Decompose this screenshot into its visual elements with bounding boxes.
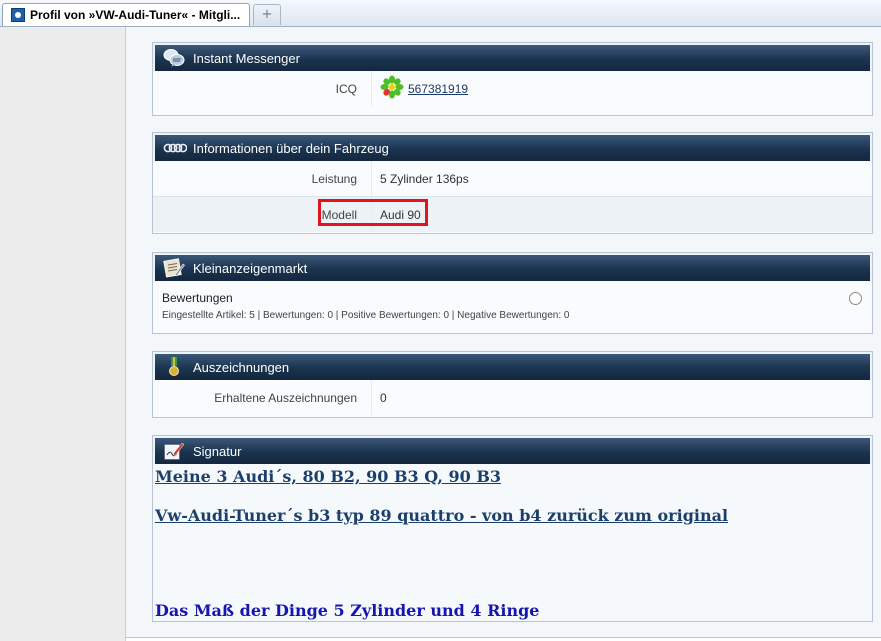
browser-tab-strip: Profil von »VW-Audi-Tuner« - Mitgli... + [0,0,881,27]
vehicle-info-header: Informationen über dein Fahrzeug [153,133,872,161]
signature-motto: Das Maß der Dinge 5 Zylinder und 4 Ringe [155,601,540,620]
awards-value: 0 [371,380,387,415]
leistung-row: Leistung 5 Zylinder 136ps [153,161,872,196]
awards-header: Auszeichnungen [153,352,872,380]
leistung-value: 5 Zylinder 136ps [371,161,469,196]
vehicle-info-title: Informationen über dein Fahrzeug [193,140,389,156]
new-tab-button[interactable]: + [253,4,281,25]
instant-messenger-title: Instant Messenger [193,50,300,66]
chat-bubbles-icon [163,48,185,68]
classifieds-box: Kleinanzeigenmarkt Bewertungen Eingestel… [152,252,873,334]
ratings-stats: Eingestellte Artikel: 5 | Bewertungen: 0… [162,310,570,321]
icq-row: ICQ 567381919 [153,71,872,106]
notepad-icon [163,258,185,278]
audi-rings-icon [163,138,188,158]
left-sidebar-area [0,27,126,641]
classifieds-header: Kleinanzeigenmarkt [153,253,872,281]
icq-number-link[interactable]: 567381919 [408,82,468,96]
awards-box: Auszeichnungen Erhaltene Auszeichnungen … [152,351,873,418]
signature-header: Signatur [153,436,872,464]
awards-row: Erhaltene Auszeichnungen 0 [153,380,872,415]
ratings-radio-button[interactable] [849,292,862,305]
red-highlight-box [318,199,428,226]
pen-signature-icon [163,441,185,461]
icq-value-cell: 567381919 [371,71,468,106]
ratings-section: Bewertungen Eingestellte Artikel: 5 | Be… [153,281,872,333]
site-favicon-icon [11,8,25,22]
icq-label: ICQ [335,81,357,96]
awards-title: Auszeichnungen [193,359,290,375]
ratings-title: Bewertungen [162,291,233,305]
modell-row: Modell Audi 90 [153,196,872,232]
vehicle-info-box: Informationen über dein Fahrzeug Leistun… [152,132,873,234]
signature-box: Signatur Meine 3 Audi´s, 80 B2, 90 B3 Q,… [152,435,873,622]
signature-link-b3-quattro[interactable]: Vw-Audi-Tuner´s b3 typ 89 quattro - von … [155,506,728,525]
awards-label: Erhaltene Auszeichnungen [214,390,357,405]
signature-title: Signatur [193,443,242,459]
signature-content: Meine 3 Audi´s, 80 B2, 90 B3 Q, 90 B3 Vw… [153,464,872,621]
medal-icon [163,357,185,377]
instant-messenger-box: Instant Messenger ICQ 567381919 [152,42,873,116]
leistung-label: Leistung [311,171,357,186]
browser-tab[interactable]: Profil von »VW-Audi-Tuner« - Mitgli... [2,3,250,26]
signature-link-audis[interactable]: Meine 3 Audi´s, 80 B2, 90 B3 Q, 90 B3 [155,467,501,486]
icq-flower-icon [380,75,404,102]
classifieds-title: Kleinanzeigenmarkt [193,260,308,276]
tab-title: Profil von »VW-Audi-Tuner« - Mitgli... [30,8,241,22]
instant-messenger-header: Instant Messenger [153,43,872,71]
